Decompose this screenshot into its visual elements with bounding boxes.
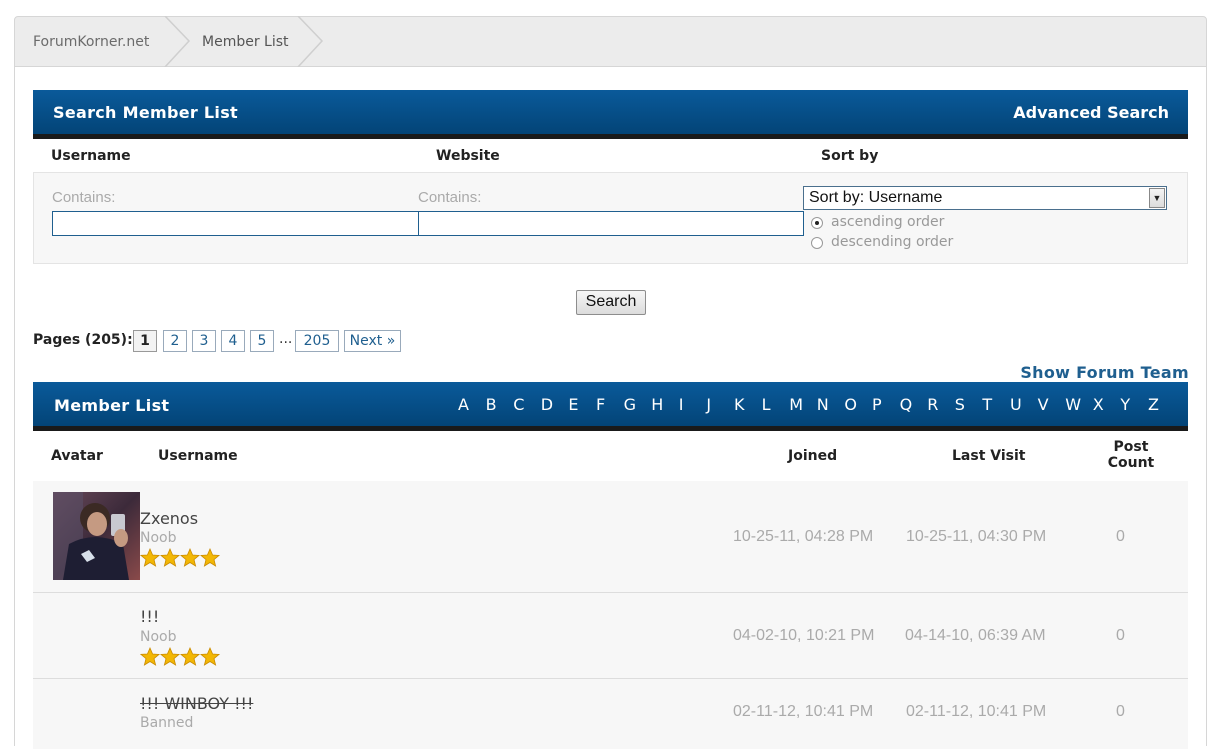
- page-1: 1: [133, 330, 157, 352]
- letter-filter-f[interactable]: F: [596, 395, 605, 414]
- page-3-link[interactable]: 3: [192, 330, 216, 352]
- user-role: Noob: [140, 629, 177, 645]
- ascending-label: ascending order: [831, 214, 945, 230]
- search-title: Search Member List: [53, 103, 238, 122]
- letter-filter-d[interactable]: D: [541, 395, 553, 414]
- user-stars: [139, 547, 222, 568]
- breadcrumb-separator-icon: [297, 16, 324, 67]
- letter-filter-b[interactable]: B: [486, 395, 497, 414]
- col-post-count-line1: Post: [1113, 439, 1149, 455]
- letter-filter-r[interactable]: R: [927, 395, 938, 414]
- letter-filter-o[interactable]: O: [844, 395, 857, 414]
- letter-filter-a[interactable]: A: [458, 395, 469, 414]
- username-link[interactable]: Zxenos: [140, 509, 198, 528]
- last-visit-date: 04-14-10, 06:39 AM: [905, 627, 1046, 644]
- letter-filter-l[interactable]: L: [762, 395, 771, 414]
- user-stars: [139, 646, 222, 667]
- username-label: Username: [51, 148, 131, 164]
- show-forum-team-link[interactable]: Show Forum Team: [1020, 363, 1189, 382]
- next-page-link[interactable]: Next »: [344, 330, 401, 352]
- username-link[interactable]: !!!: [140, 607, 159, 626]
- member-table-header: Avatar Username Joined Last Visit Post C…: [33, 431, 1188, 481]
- search-header-bar: Search Member List Advanced Search: [33, 90, 1188, 139]
- col-joined: Joined: [788, 448, 838, 464]
- sort-by-label: Sort by: [821, 148, 879, 164]
- username-contains-label: Contains:: [52, 189, 116, 206]
- letter-filter-i[interactable]: I: [679, 395, 684, 414]
- table-row: !!! WINBOY !!! Banned 02-11-12, 10:41 PM…: [33, 679, 1188, 749]
- letter-filter-c[interactable]: C: [513, 395, 524, 414]
- letter-filter: ABCDEFGHI J KLMNOPQRSTUVWXYZ: [457, 395, 1177, 415]
- col-username: Username: [158, 448, 238, 464]
- table-row: Zxenos Noob 10-25-11, 04:28 PM 10-25-11,…: [33, 481, 1188, 593]
- search-button[interactable]: Search: [576, 290, 646, 315]
- letter-filter-y[interactable]: Y: [1120, 395, 1130, 414]
- last-visit-date: 10-25-11, 04:30 PM: [906, 528, 1047, 545]
- letter-filter-q[interactable]: Q: [900, 395, 913, 414]
- breadcrumb-current: Member List: [202, 34, 289, 50]
- col-post-count-line2: Count: [1107, 455, 1155, 471]
- letter-filter-z[interactable]: Z: [1148, 395, 1159, 414]
- website-input[interactable]: [418, 211, 804, 236]
- table-row: !!! Noob 04-02-10, 10:21 PM 04-14-10, 06…: [33, 593, 1188, 679]
- letter-filter-k[interactable]: K: [734, 395, 745, 414]
- col-post-count: Post Count: [1103, 439, 1159, 471]
- member-list-header-bar: Member List ABCDEFGHI J KLMNOPQRSTUVWXYZ: [33, 382, 1188, 431]
- username-input[interactable]: [52, 211, 419, 236]
- post-count: 0: [1116, 703, 1125, 720]
- letter-filter-x[interactable]: X: [1093, 395, 1104, 414]
- advanced-search-link[interactable]: Advanced Search: [1013, 103, 1169, 122]
- pages-ellipsis: ...: [279, 331, 293, 347]
- search-labels-row: Username Website Sort by: [33, 139, 1188, 172]
- star-rating-icon: [139, 646, 221, 666]
- col-last-visit: Last Visit: [952, 448, 1026, 464]
- letter-filter-v[interactable]: V: [1038, 395, 1049, 414]
- user-role: Noob: [140, 530, 177, 546]
- post-count: 0: [1116, 627, 1125, 644]
- page-2-link[interactable]: 2: [163, 330, 187, 352]
- letter-filter-j[interactable]: J: [706, 395, 711, 414]
- website-label: Website: [436, 148, 500, 164]
- letter-filter-s[interactable]: S: [955, 395, 965, 414]
- descending-radio[interactable]: [811, 237, 823, 249]
- letter-filter-n[interactable]: N: [817, 395, 829, 414]
- member-list-title: Member List: [54, 396, 170, 415]
- letter-filter-h[interactable]: H: [651, 395, 663, 414]
- ascending-radio[interactable]: [811, 217, 823, 229]
- page-last-link[interactable]: 205: [295, 330, 339, 352]
- joined-date: 04-02-10, 10:21 PM: [733, 627, 875, 644]
- breadcrumb-separator-icon: [164, 16, 191, 67]
- user-role: Banned: [140, 715, 194, 731]
- search-panel: Contains: Contains: Sort by: Username ▼ …: [33, 172, 1188, 264]
- descending-label: descending order: [831, 234, 954, 250]
- post-count: 0: [1116, 528, 1125, 545]
- page-4-link[interactable]: 4: [221, 330, 245, 352]
- letter-filter-w[interactable]: W: [1065, 395, 1081, 414]
- avatar[interactable]: [53, 492, 140, 580]
- letter-filter-g[interactable]: G: [624, 395, 636, 414]
- chevron-down-icon[interactable]: ▼: [1149, 188, 1165, 208]
- website-contains-label: Contains:: [418, 189, 482, 206]
- letter-filter-u[interactable]: U: [1010, 395, 1022, 414]
- letter-filter-e[interactable]: E: [568, 395, 578, 414]
- breadcrumb: ForumKorner.net Member List: [14, 16, 1207, 67]
- last-visit-date: 02-11-12, 10:41 PM: [906, 703, 1047, 720]
- sort-by-select[interactable]: Sort by: Username ▼: [803, 186, 1167, 210]
- letter-filter-m[interactable]: M: [789, 395, 803, 414]
- col-avatar: Avatar: [51, 448, 103, 464]
- joined-date: 02-11-12, 10:41 PM: [733, 703, 874, 720]
- letter-filter-t[interactable]: T: [982, 395, 992, 414]
- username-link[interactable]: !!! WINBOY !!!: [140, 694, 253, 713]
- joined-date: 10-25-11, 04:28 PM: [733, 528, 874, 545]
- pages-label: Pages (205):: [33, 332, 133, 348]
- page-5-link[interactable]: 5: [250, 330, 274, 352]
- star-rating-icon: [139, 547, 221, 567]
- letter-filter-p[interactable]: P: [872, 395, 882, 414]
- sort-by-select-value: Sort by: Username: [809, 189, 943, 206]
- breadcrumb-home-link[interactable]: ForumKorner.net: [33, 34, 149, 50]
